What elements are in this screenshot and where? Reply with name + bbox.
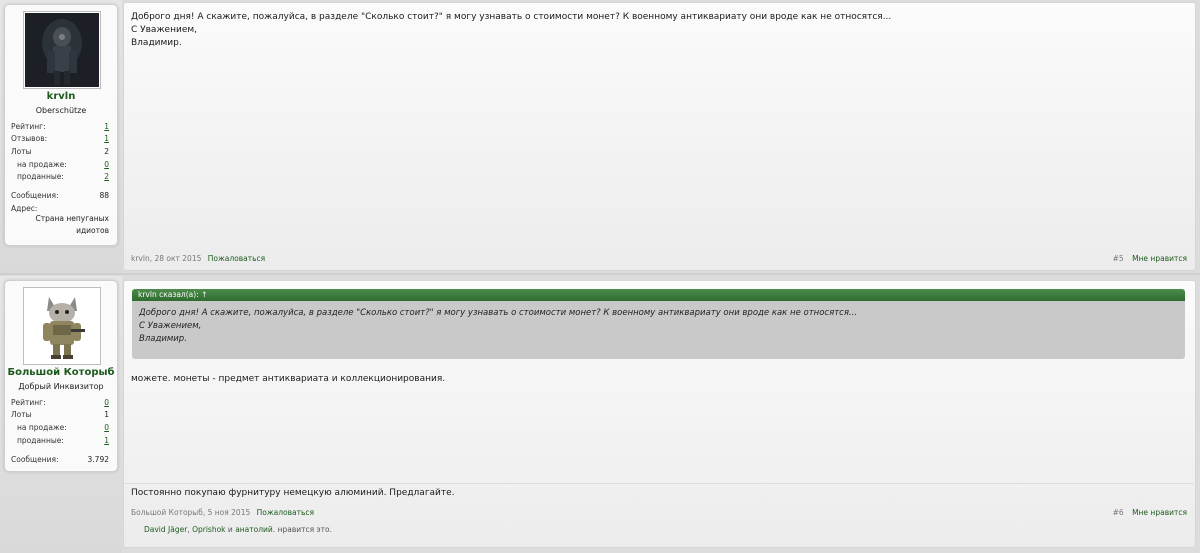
report-link[interactable]: Пожаловаться	[257, 508, 314, 517]
signature-line: Постоянно покупаю фурнитуру немецкую алю…	[131, 488, 455, 498]
liker-link[interactable]: анатолий	[235, 525, 273, 534]
post-5: krvln Oberschütze Рейтинг: 1 Отзывов: 1 …	[0, 0, 1200, 274]
message-line: Владимир.	[131, 38, 182, 48]
like-button[interactable]: Мне нравится	[1132, 508, 1187, 517]
signature-text: Постоянно покупаю фурнитуру немецкую алю…	[131, 487, 455, 500]
stat-messages: Сообщения: 3.792	[11, 455, 109, 467]
stat-label: Лоты	[11, 410, 32, 419]
stat-rating: Рейтинг: 0	[11, 398, 109, 410]
post-separator	[0, 273, 1200, 275]
post-meta: Большой Которыб, 5 ноя 2015 Пожаловаться	[131, 508, 314, 517]
message-line: С Уважением,	[131, 25, 198, 35]
post-actions: #6 Мне нравится	[1113, 508, 1187, 517]
address-value-line1: Страна непуганых	[35, 214, 109, 223]
liker-link[interactable]: Oprishok	[192, 525, 225, 534]
stat-label: Сообщения:	[11, 191, 59, 200]
liker-link[interactable]: David Jäger	[144, 525, 187, 534]
report-link[interactable]: Пожаловаться	[208, 254, 265, 263]
message-line: можете. монеты - предмет антиквариата и …	[131, 374, 446, 384]
post-actions: #5 Мне нравится	[1113, 254, 1187, 263]
post-number-link[interactable]: #6	[1113, 508, 1124, 517]
stat-lots: Лоты 1	[11, 410, 109, 422]
stat-value-link[interactable]: 1	[104, 134, 109, 143]
quote-line: С Уважением,	[139, 321, 202, 331]
stat-value-link[interactable]: 1	[104, 122, 109, 131]
user-card: Большой Которыб Добрый Инквизитор Рейтин…	[4, 280, 118, 472]
stat-value: 3.792	[87, 455, 109, 464]
likes-suffix: . нравится это.	[272, 525, 332, 534]
soldier-avatar-icon	[25, 13, 99, 87]
stat-label: Рейтинг:	[11, 398, 46, 407]
stat-label: на продаже:	[17, 423, 67, 432]
stat-reviews: Отзывов: 1	[11, 134, 109, 146]
post-meta: krvln, 28 окт 2015 Пожаловаться	[131, 254, 265, 263]
stat-rating: Рейтинг: 1	[11, 122, 109, 134]
quote-header[interactable]: krvln сказал(а): ↑	[132, 289, 1185, 301]
stat-on-sale: на продаже: 0	[11, 160, 109, 172]
stat-value: 2	[104, 147, 109, 156]
stat-sold: проданные: 1	[11, 436, 109, 448]
stat-label: Отзывов:	[11, 134, 48, 143]
post-6: Большой Которыб Добрый Инквизитор Рейтин…	[0, 276, 1200, 553]
stat-label: проданные:	[17, 436, 64, 445]
username[interactable]: Большой Которыб	[5, 367, 117, 378]
user-title: Добрый Инквизитор	[18, 382, 104, 391]
user-avatar[interactable]	[23, 287, 101, 365]
author-date[interactable]: krvln, 28 окт 2015	[131, 254, 201, 263]
likes-separator: и	[225, 525, 236, 534]
user-avatar[interactable]	[23, 11, 101, 89]
quote-body: Доброго дня! А скажите, пожалуйса, в раз…	[132, 301, 1185, 359]
post-content: krvln сказал(а): ↑ Доброго дня! А скажит…	[123, 280, 1196, 548]
stat-lots: Лоты 2	[11, 147, 109, 159]
stat-label: Сообщения:	[11, 455, 59, 464]
user-card: krvln Oberschütze Рейтинг: 1 Отзывов: 1 …	[4, 4, 118, 246]
user-title: Oberschütze	[35, 106, 87, 115]
quote-author-link[interactable]: krvln сказал(а): ↑	[132, 290, 207, 299]
stat-label: на продаже:	[17, 160, 67, 169]
stat-sold: проданные: 2	[11, 172, 109, 184]
cat-soldier-avatar-icon	[25, 289, 99, 363]
stat-value-link[interactable]: 0	[104, 160, 109, 169]
post-number-link[interactable]: #5	[1113, 254, 1124, 263]
stat-value-link[interactable]: 0	[104, 398, 109, 407]
stat-value-link[interactable]: 0	[104, 423, 109, 432]
stat-value: 1	[104, 410, 109, 419]
post-content: Доброго дня! А скажите, пожалуйса, в раз…	[123, 2, 1196, 271]
author-date[interactable]: Большой Которыб, 5 ноя 2015	[131, 508, 250, 517]
user-info-panel: Большой Которыб Добрый Инквизитор Рейтин…	[0, 276, 122, 553]
stat-value: 88	[99, 191, 109, 200]
username[interactable]: krvln	[5, 91, 117, 102]
quote-line: Доброго дня! А скажите, пожалуйса, в раз…	[139, 308, 858, 318]
message-text: можете. монеты - предмет антиквариата и …	[131, 373, 445, 386]
stat-label: проданные:	[17, 172, 64, 181]
stat-on-sale: на продаже: 0	[11, 423, 109, 435]
user-info-panel: krvln Oberschütze Рейтинг: 1 Отзывов: 1 …	[0, 0, 122, 274]
likes-summary: David Jäger, Oprishok и анатолий. нравит…	[144, 525, 332, 534]
signature-divider	[125, 483, 1194, 484]
address-value-line2: идиотов	[76, 226, 109, 235]
stat-label: Адрес:	[11, 204, 38, 213]
stat-messages: Сообщения: 88	[11, 191, 109, 203]
stat-label: Рейтинг:	[11, 122, 46, 131]
message-text: Доброго дня! А скажите, пожалуйса, в раз…	[131, 11, 891, 50]
message-line: Доброго дня! А скажите, пожалуйса, в раз…	[131, 12, 892, 22]
quote-line: Владимир.	[139, 334, 187, 344]
like-button[interactable]: Мне нравится	[1132, 254, 1187, 263]
stat-label: Лоты	[11, 147, 32, 156]
stat-value-link[interactable]: 1	[104, 436, 109, 445]
stat-value-link[interactable]: 2	[104, 172, 109, 181]
